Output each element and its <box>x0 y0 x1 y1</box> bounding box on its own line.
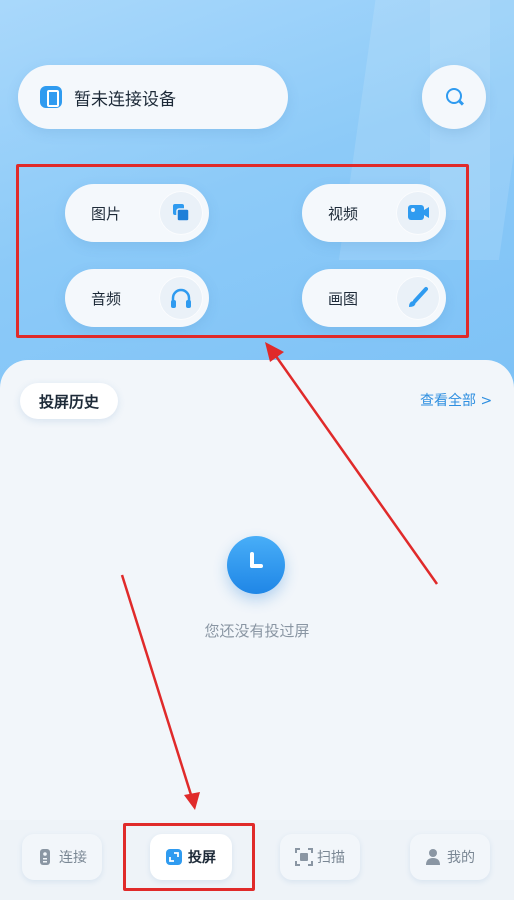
nav-profile-label: 我的 <box>447 850 475 866</box>
empty-state-text: 您还没有投过屏 <box>204 622 310 640</box>
nav-scan[interactable]: 扫描 <box>280 834 360 880</box>
view-all-link[interactable]: 查看全部 > <box>420 390 492 410</box>
remote-icon <box>37 848 53 866</box>
nav-profile[interactable]: 我的 <box>410 834 490 880</box>
clock-icon <box>227 536 285 594</box>
nav-scan-label: 扫描 <box>317 850 345 866</box>
nav-connect[interactable]: 连接 <box>22 834 102 880</box>
nav-connect-label: 连接 <box>59 850 87 866</box>
annotation-highlight-box <box>123 823 255 891</box>
user-icon <box>425 848 441 866</box>
annotation-highlight-box <box>16 164 469 338</box>
history-title: 投屏历史 <box>20 383 118 419</box>
scan-icon <box>295 848 313 866</box>
history-panel <box>0 360 514 830</box>
